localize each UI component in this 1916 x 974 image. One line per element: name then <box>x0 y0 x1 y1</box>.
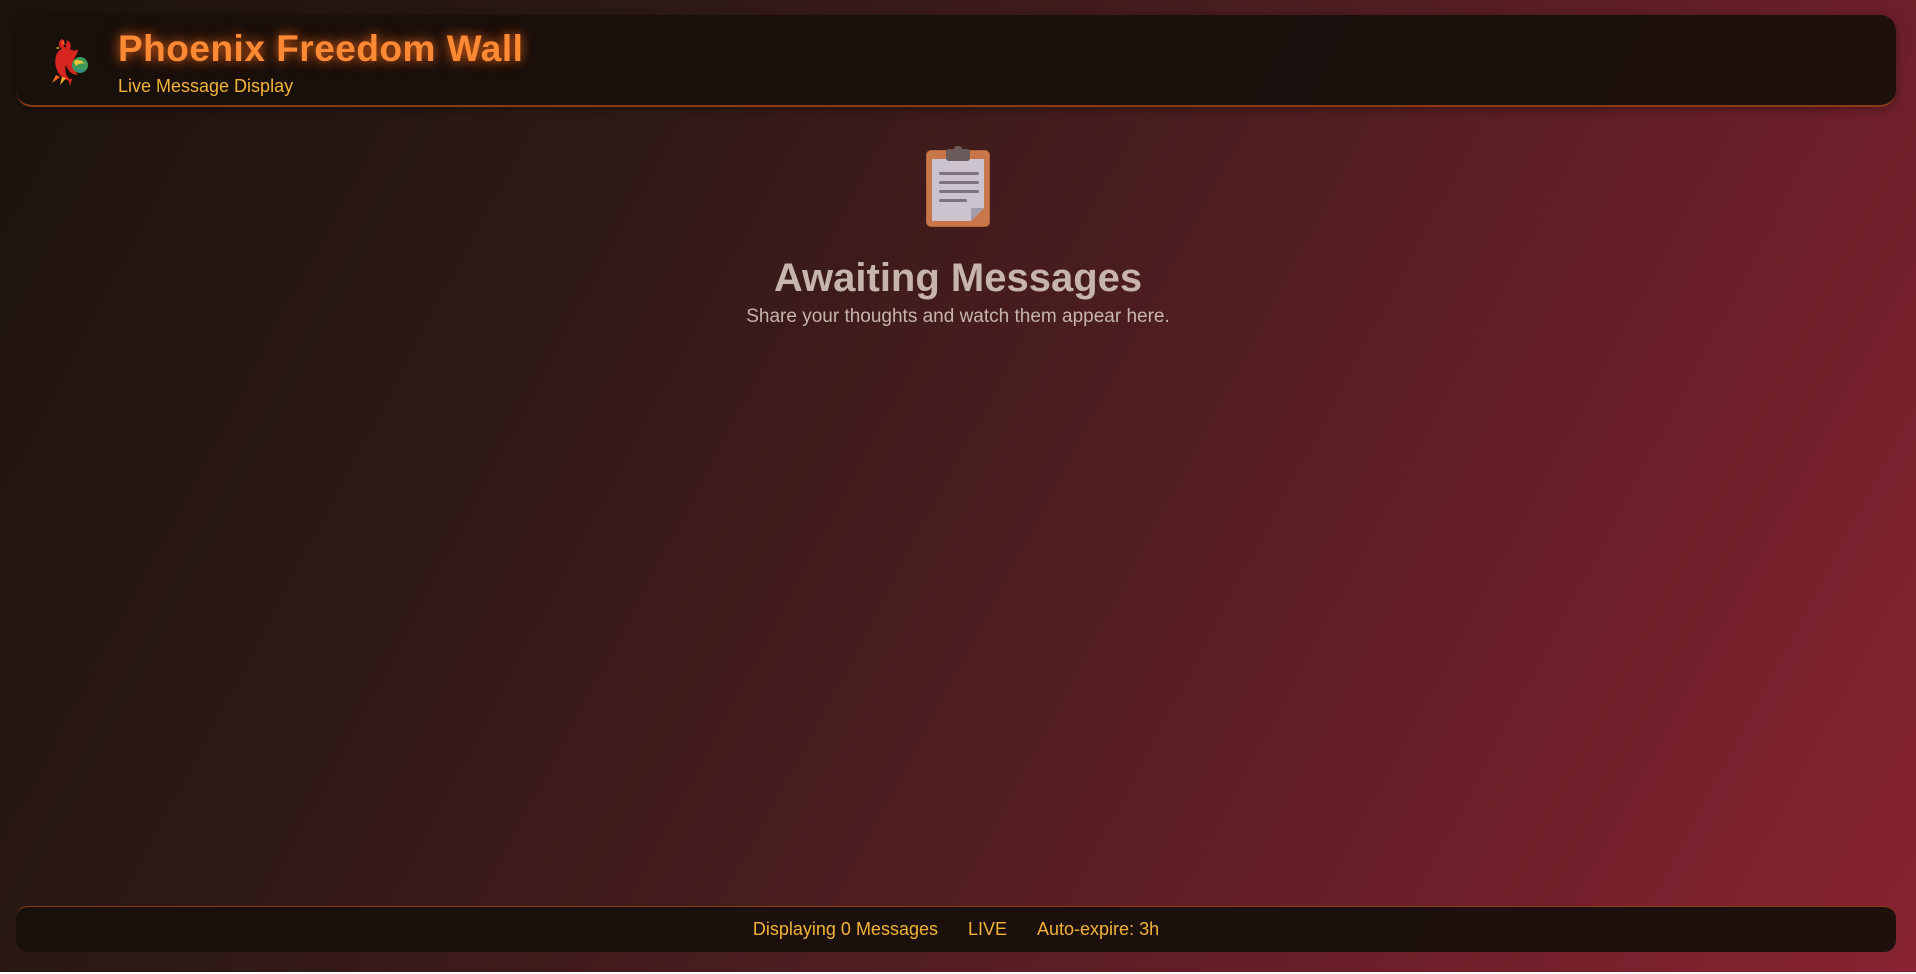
live-indicator: LIVE <box>967 919 1008 939</box>
empty-state: Awaiting Messages Share your thoughts an… <box>0 146 1916 328</box>
clipboard-icon <box>926 146 990 227</box>
app-background: Phoenix Freedom Wall Live Message Displa… <box>0 0 1916 972</box>
auto-expire-info: Auto-expire: 3h <box>1037 919 1160 939</box>
message-count: Displaying 0 Messages <box>752 919 938 939</box>
app-title: Phoenix Freedom Wall <box>118 28 524 69</box>
app-header: Phoenix Freedom Wall Live Message Displa… <box>16 15 1896 107</box>
app-subtitle: Live Message Display <box>118 76 294 96</box>
phoenix-bird-icon <box>52 39 88 86</box>
empty-state-text: Share your thoughts and watch them appea… <box>746 306 1170 327</box>
empty-state-title: Awaiting Messages <box>773 256 1143 300</box>
status-footer: Displaying 0 Messages LIVE Auto-expire: … <box>16 906 1896 952</box>
